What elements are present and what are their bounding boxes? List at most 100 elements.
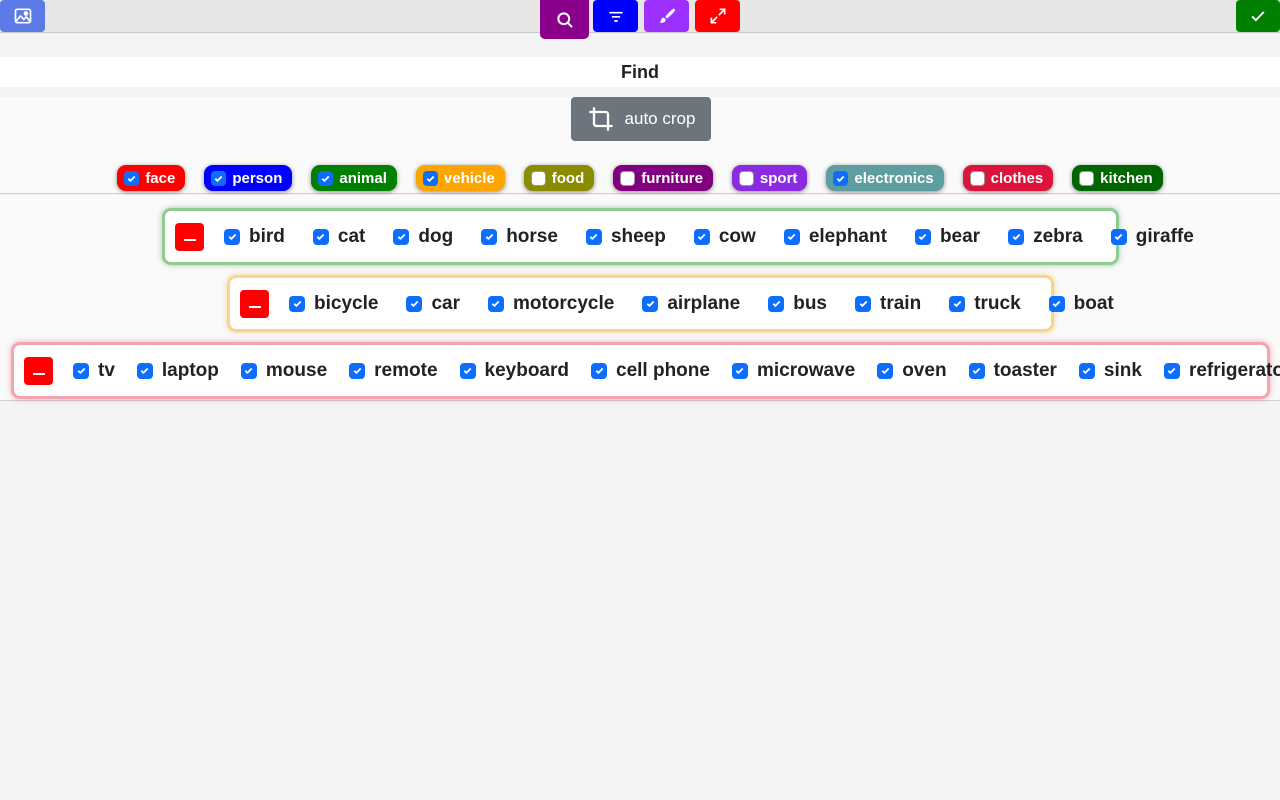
class-item-label: toaster [993,359,1057,381]
checkbox[interactable] [877,362,894,379]
checkbox[interactable] [487,295,504,312]
category-chip-label: face [145,169,176,187]
class-item-mouse[interactable]: mouse [240,360,327,382]
checkbox[interactable] [738,170,754,186]
minus-icon [248,305,261,308]
checkbox[interactable] [1110,228,1127,245]
checkbox[interactable] [591,362,607,379]
category-chip-vehicle[interactable]: vehicle [415,165,505,191]
class-item-elephant[interactable]: elephant [783,226,887,248]
category-chip-sport[interactable]: sport [731,165,808,191]
class-item-sink[interactable]: sink [1078,360,1142,382]
category-chip-electronics[interactable]: electronics [826,165,944,191]
checkbox[interactable] [968,362,985,379]
class-item-giraffe[interactable]: giraffe [1110,226,1194,248]
checkbox[interactable] [620,170,636,186]
checkbox[interactable] [693,228,710,245]
class-item-airplane[interactable]: airplane [642,293,740,315]
class-item-label: tv [98,359,115,381]
class-item-label: truck [974,292,1021,314]
checkbox[interactable] [349,362,366,379]
class-item-microwave[interactable]: microwave [731,360,855,382]
class-item-oven[interactable]: oven [877,360,947,382]
category-chip-food[interactable]: food [523,165,595,191]
checkbox[interactable] [318,170,334,186]
checkbox[interactable] [73,362,89,379]
class-item-keyboard[interactable]: keyboard [459,360,569,382]
class-item-remote[interactable]: remote [349,360,438,382]
class-item-label: cow [718,225,756,247]
class-item-sheep[interactable]: sheep [585,225,666,248]
class-item-label: bicycle [314,292,379,314]
find-button[interactable] [540,0,589,39]
class-item-toaster[interactable]: toaster [968,359,1057,382]
checkbox[interactable] [406,295,423,312]
checkbox[interactable] [833,170,849,186]
class-item-cow[interactable]: cow [693,225,756,248]
category-chip-person[interactable]: person [204,165,293,191]
checkbox[interactable] [585,228,602,245]
filter-button[interactable] [593,0,638,32]
category-chip-face[interactable]: face [117,165,186,191]
checkbox[interactable] [530,170,546,186]
checkbox[interactable] [312,228,329,245]
class-item-bird[interactable]: bird [224,226,285,248]
brush-icon [659,8,675,23]
category-chip-label: food [551,169,585,187]
checkbox[interactable] [481,228,498,245]
category-chip-kitchen[interactable]: kitchen [1072,165,1163,191]
checkbox[interactable] [783,228,800,245]
image-button[interactable] [0,0,45,32]
class-item-laptop[interactable]: laptop [136,360,219,382]
crop-icon [588,107,613,131]
checkbox[interactable] [136,362,153,379]
category-chip-animal[interactable]: animal [311,165,397,191]
class-item-boat[interactable]: boat [1048,293,1114,315]
remove-group-button[interactable] [175,222,204,251]
checkbox[interactable] [1048,295,1065,312]
class-item-car[interactable]: car [406,293,460,315]
class-item-train[interactable]: train [855,293,921,315]
brush-button[interactable] [644,0,689,32]
checkbox[interactable] [1078,362,1095,379]
class-item-zebra[interactable]: zebra [1008,226,1083,248]
class-item-bicycle[interactable]: bicycle [289,293,378,315]
class-item-dog[interactable]: dog [393,226,453,248]
checkbox[interactable] [422,170,438,186]
class-item-label: sheep [610,225,666,247]
search-icon [556,11,573,28]
checkbox[interactable] [855,295,871,312]
checkbox[interactable] [211,170,227,186]
checkbox[interactable] [642,295,659,312]
checkbox[interactable] [124,170,140,186]
class-item-horse[interactable]: horse [481,226,558,248]
class-item-cell-phone[interactable]: cell phone [591,360,710,382]
class-item-motorcycle[interactable]: motorcycle [487,293,614,315]
remove-group-button[interactable] [240,289,269,318]
checkbox[interactable] [914,228,931,245]
checkbox[interactable] [768,295,785,312]
checkbox[interactable] [969,170,985,186]
checkbox[interactable] [731,362,748,379]
checkbox[interactable] [289,295,305,312]
checkbox[interactable] [459,362,476,379]
checkbox[interactable] [1008,228,1025,245]
class-item-bus[interactable]: bus [768,293,827,315]
category-chip-clothes[interactable]: clothes [962,165,1054,191]
class-item-tv[interactable]: tv [73,360,115,382]
class-item-refrigerator[interactable]: refrigerator [1163,360,1280,382]
checkbox[interactable] [1079,170,1095,186]
checkbox[interactable] [949,295,966,312]
checkbox[interactable] [240,362,257,379]
checkbox[interactable] [224,228,240,245]
category-chip-furniture[interactable]: furniture [613,165,713,191]
class-item-cat[interactable]: cat [312,226,365,248]
remove-group-button[interactable] [24,356,53,385]
checkbox[interactable] [393,228,410,245]
class-item-truck[interactable]: truck [949,292,1021,315]
expand-button[interactable] [695,0,740,32]
done-button[interactable] [1236,0,1280,32]
class-item-bear[interactable]: bear [914,226,980,248]
auto-crop-button[interactable]: auto crop [571,97,711,141]
checkbox[interactable] [1163,362,1180,379]
